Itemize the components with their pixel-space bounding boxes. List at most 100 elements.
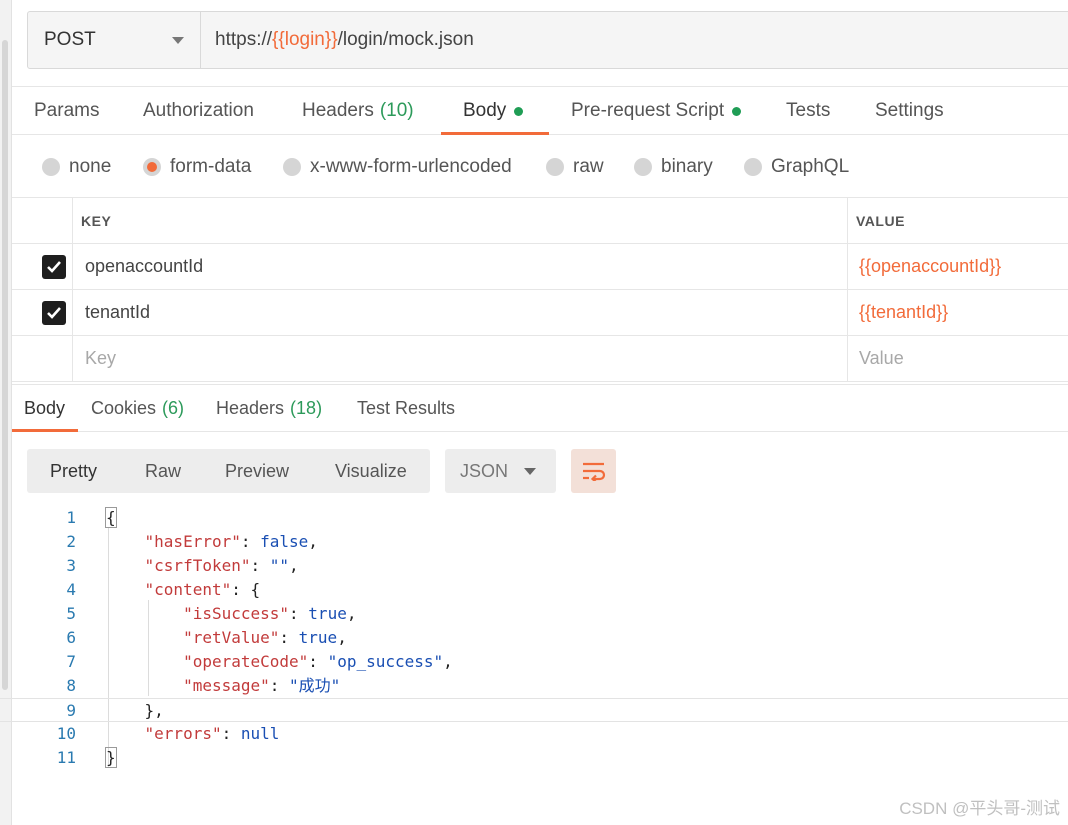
tab-label: Body — [24, 398, 66, 418]
radio-graphql[interactable]: GraphQL — [744, 156, 849, 178]
row-check-cell — [12, 290, 73, 335]
tab-authorization[interactable]: Authorization — [143, 87, 254, 135]
view-pretty[interactable]: Pretty — [50, 449, 97, 493]
tab-count: (6) — [162, 398, 185, 418]
url-suffix: /login/mock.json — [337, 29, 474, 50]
code-line: 8 "message": "成功" — [0, 674, 1068, 698]
view-visualize[interactable]: Visualize — [335, 449, 407, 493]
json-key: "csrfToken" — [144, 556, 251, 575]
row-checkbox[interactable] — [42, 255, 66, 279]
json-value: "" — [269, 556, 290, 575]
line-number: 7 — [66, 652, 76, 671]
radio-circle-icon — [744, 158, 762, 176]
code-line-current: 9 }, — [0, 698, 1068, 722]
tab-response-headers[interactable]: Headers (18) — [216, 385, 322, 432]
checkmark-icon — [47, 307, 61, 319]
chevron-down-icon — [524, 468, 536, 475]
radio-none[interactable]: none — [42, 156, 111, 178]
column-header-value: VALUE — [856, 212, 905, 229]
radio-circle-icon — [283, 158, 301, 176]
radio-circle-icon — [634, 158, 652, 176]
radio-binary[interactable]: binary — [634, 156, 713, 178]
json-value: true — [298, 628, 338, 647]
param-value[interactable]: {{openaccountId}} — [848, 244, 1068, 289]
tab-label: Test Results — [357, 398, 456, 418]
radio-label: GraphQL — [771, 156, 850, 177]
tab-body[interactable]: Body — [463, 87, 524, 135]
json-value: "op_success" — [327, 652, 444, 671]
line-number: 10 — [56, 724, 76, 743]
radio-raw[interactable]: raw — [546, 156, 604, 178]
tab-response-body[interactable]: Body — [24, 385, 65, 432]
line-number: 8 — [66, 676, 76, 695]
url-variable: {{login}} — [272, 29, 338, 50]
method-select[interactable]: POST — [28, 12, 201, 68]
code-line: 4 "content": { — [0, 578, 1068, 602]
tab-label: Pre-request Script — [571, 100, 725, 121]
table-row: openaccountId {{openaccountId}} — [12, 244, 1068, 290]
url-input[interactable]: https://{{login}}/login/mock.json — [201, 12, 1068, 68]
json-brace: { — [105, 507, 117, 528]
table-row: tenantId {{tenantId}} — [12, 290, 1068, 336]
tab-params[interactable]: Params — [34, 87, 99, 135]
watermark: CSDN @平头哥-测试 — [899, 799, 1060, 818]
code-line: 10 "errors": null — [0, 722, 1068, 746]
line-number: 2 — [66, 532, 76, 551]
format-select[interactable]: JSON — [445, 449, 556, 493]
row-check-cell — [12, 336, 73, 381]
active-tab-indicator — [441, 132, 549, 135]
code-line: 7 "operateCode": "op_success", — [0, 650, 1068, 674]
json-key: "errors" — [144, 724, 222, 743]
param-value[interactable]: {{tenantId}} — [848, 290, 1068, 335]
wrap-lines-icon — [582, 462, 605, 481]
param-key[interactable]: openaccountId — [73, 244, 848, 289]
tab-cookies[interactable]: Cookies (6) — [91, 385, 184, 432]
url-prefix: https:// — [215, 29, 273, 50]
line-number: 6 — [66, 628, 76, 647]
tab-headers[interactable]: Headers (10) — [302, 87, 414, 135]
view-mode-segment: Pretty Raw Preview Visualize — [27, 449, 430, 493]
radio-selected-icon — [143, 158, 161, 176]
tab-settings[interactable]: Settings — [875, 87, 944, 135]
json-key: "message" — [183, 676, 270, 695]
new-value-input[interactable]: Value — [848, 336, 1068, 381]
row-checkbox[interactable] — [42, 301, 66, 325]
json-brace: { — [250, 580, 261, 599]
active-tab-indicator — [12, 429, 78, 432]
radio-label: form-data — [170, 156, 252, 177]
json-key: "operateCode" — [183, 652, 309, 671]
radio-x-www-form-urlencoded[interactable]: x-www-form-urlencoded — [283, 156, 512, 178]
tab-tests[interactable]: Tests — [786, 87, 830, 135]
column-header-key: KEY — [73, 198, 848, 243]
table-row-new: Key Value — [12, 336, 1068, 382]
radio-form-data[interactable]: form-data — [143, 156, 251, 178]
response-code-view[interactable]: 1{ 2 "hasError": false, 3 "csrfToken": "… — [0, 506, 1068, 770]
tab-label: Cookies — [91, 398, 157, 418]
row-check-cell — [12, 244, 73, 289]
view-preview[interactable]: Preview — [225, 449, 289, 493]
header-check-cell — [12, 198, 73, 243]
code-line: 5 "isSuccess": true, — [0, 602, 1068, 626]
status-dot-icon — [514, 106, 524, 116]
code-line: 6 "retValue": true, — [0, 626, 1068, 650]
code-line: 2 "hasError": false, — [0, 530, 1068, 554]
line-number: 5 — [66, 604, 76, 623]
request-tabs: Params Authorization Headers (10) Body Pr… — [12, 86, 1068, 135]
param-key[interactable]: tenantId — [73, 290, 848, 335]
wrap-lines-button[interactable] — [571, 449, 616, 493]
tab-label: Settings — [875, 100, 944, 121]
line-number: 1 — [66, 508, 76, 527]
json-brace: }, — [144, 701, 164, 720]
tab-pre-request-script[interactable]: Pre-request Script — [571, 87, 742, 135]
new-key-input[interactable]: Key — [73, 336, 848, 381]
response-tabs: Body Cookies (6) Headers (18) Test Results — [12, 384, 1068, 432]
tab-label: Headers — [302, 100, 374, 121]
tab-label: Body — [463, 100, 507, 121]
body-type-options: none form-data x-www-form-urlencoded raw… — [12, 136, 1068, 198]
view-raw[interactable]: Raw — [145, 449, 181, 493]
status-dot-icon — [732, 106, 742, 116]
radio-label: raw — [573, 156, 604, 177]
json-key: "retValue" — [183, 628, 280, 647]
form-data-table: KEY VALUE openaccountId {{openaccountId}… — [12, 198, 1068, 382]
tab-test-results[interactable]: Test Results — [357, 385, 455, 432]
